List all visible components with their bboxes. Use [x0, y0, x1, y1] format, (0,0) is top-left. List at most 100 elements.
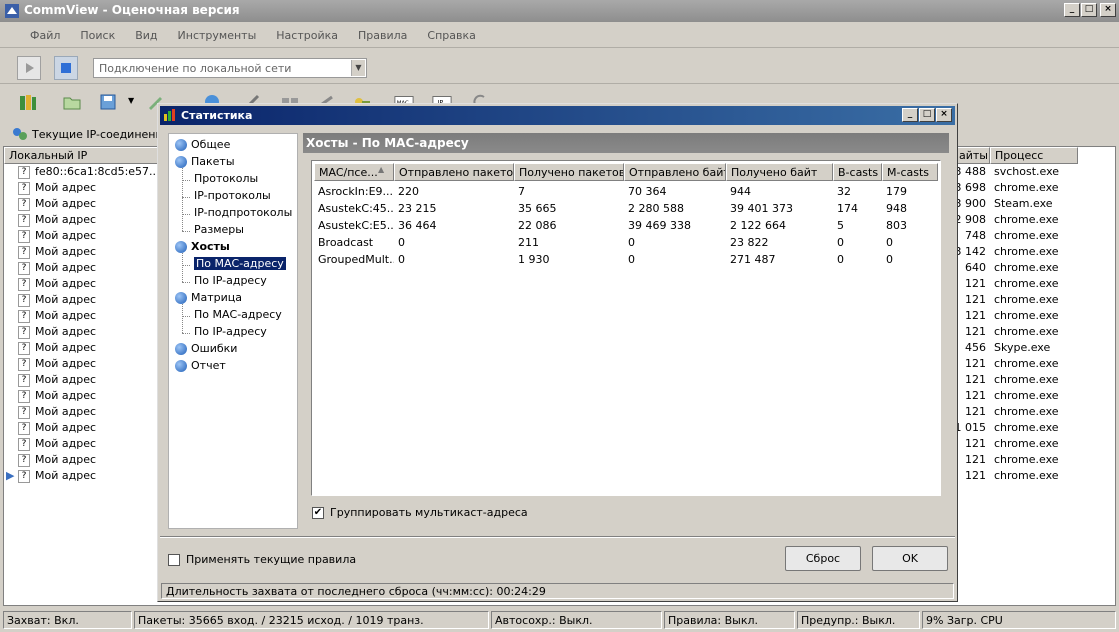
app-title: CommView - Оценочная версия [24, 3, 240, 17]
table-row[interactable]: ? Мой адрес [18, 341, 96, 357]
table-row[interactable]: ? Мой адрес [18, 373, 96, 389]
status-panel: Захват: Вкл. [3, 611, 132, 629]
stop-capture-button[interactable] [54, 56, 78, 80]
menu-item[interactable]: Вид [125, 29, 167, 42]
table-row[interactable]: ? Мой адрес [18, 277, 96, 293]
table-row[interactable]: ? Мой адрес [18, 357, 96, 373]
process-cell: chrome.exe [994, 389, 1059, 402]
tree-node[interactable]: По МАС-адресу [194, 308, 282, 321]
start-capture-button[interactable] [17, 56, 41, 80]
table-row[interactable]: ? Мой адрес [18, 453, 96, 469]
menu-item[interactable]: Справка [417, 29, 485, 42]
table-row[interactable]: ? Мой адрес [18, 261, 96, 277]
local-ip-cell: Мой адрес [35, 181, 97, 194]
tree-connector [182, 168, 183, 231]
tree-node[interactable]: IP-протоколы [194, 189, 271, 202]
tree-node[interactable]: Общее [175, 138, 230, 151]
menu-item[interactable]: Файл [20, 29, 70, 42]
table-row[interactable]: ? Мой адрес [18, 213, 96, 229]
table-row[interactable]: ? Мой адрес [18, 469, 96, 485]
column-bytes[interactable]: айты [954, 147, 990, 164]
reset-button[interactable]: Сброс [785, 546, 861, 571]
table-row[interactable]: ? fe80::6ca1:8cd5:e57... [18, 165, 160, 181]
open-icon[interactable] [18, 92, 38, 112]
mac-cell[interactable]: AsustekC:E5... [318, 219, 394, 232]
tree-node[interactable]: Хосты [175, 240, 230, 253]
close-button[interactable]: × [1100, 3, 1116, 17]
stat-cell: 174 [837, 202, 858, 215]
process-cell: chrome.exe [994, 261, 1059, 274]
tree-node[interactable]: По IP-адресу [194, 274, 267, 287]
table-row[interactable]: ? Мой адрес [18, 421, 96, 437]
process-cell: chrome.exe [994, 405, 1059, 418]
table-row[interactable]: ? Мой адрес [18, 229, 96, 245]
tab-ip-connections[interactable]: Текущие IP-соединения [12, 127, 169, 141]
menu-item[interactable]: Правила [348, 29, 417, 42]
table-row[interactable]: ? Мой адрес [18, 197, 96, 213]
stat-cell: 220 [398, 185, 419, 198]
menu-item[interactable]: Инструменты [168, 29, 267, 42]
save-icon[interactable] [98, 92, 118, 112]
dialog-maximize-button[interactable]: □ [919, 108, 935, 122]
process-cell: chrome.exe [994, 437, 1059, 450]
unknown-icon: ? [18, 341, 30, 355]
column-header[interactable]: Получено пакетов [514, 163, 624, 181]
dropdown-arrow-icon[interactable]: ▼ [128, 96, 134, 105]
apply-rules-checkbox[interactable]: Применять текущие правила [168, 553, 356, 566]
tree-node[interactable]: Протоколы [194, 172, 258, 185]
folder-icon[interactable] [62, 92, 82, 112]
table-row[interactable]: ? Мой адрес [18, 389, 96, 405]
capture-duration: Длительность захвата от последнего сброс… [161, 583, 954, 599]
mac-cell[interactable]: GroupedMult... [318, 253, 394, 266]
tree-node[interactable]: Размеры [194, 223, 244, 236]
mac-cell[interactable]: AsustekC:45... [318, 202, 394, 215]
tree-node[interactable]: Матрица [175, 291, 242, 304]
menu-item[interactable]: Поиск [70, 29, 125, 42]
column-header[interactable]: M-casts [882, 163, 938, 181]
column-process[interactable]: Процесс [990, 147, 1078, 164]
chevron-down-icon[interactable]: ▼ [351, 60, 365, 76]
stat-cell: 179 [886, 185, 907, 198]
table-row[interactable]: ? Мой адрес [18, 293, 96, 309]
ok-button[interactable]: OK [872, 546, 948, 571]
tree-node[interactable]: Отчет [175, 359, 226, 372]
maximize-button[interactable]: □ [1081, 3, 1097, 17]
tree-node[interactable]: IP-подпротоколы [194, 206, 292, 219]
tree-connector [182, 231, 190, 232]
tree-node[interactable]: Ошибки [175, 342, 237, 355]
status-panel: Пакеты: 35665 вход. / 23215 исход. / 101… [134, 611, 489, 629]
dialog-close-button[interactable]: × [936, 108, 952, 122]
unknown-icon: ? [18, 389, 30, 403]
process-cell: chrome.exe [994, 245, 1059, 258]
tree-connector [182, 282, 190, 283]
column-header[interactable]: Получено байт [726, 163, 833, 181]
local-ip-cell: Мой адрес [35, 309, 97, 322]
tree-connector [182, 253, 183, 282]
column-header[interactable]: Отправлено пакетов [394, 163, 514, 181]
adapter-select[interactable]: Подключение по локальной сети ▼ [93, 58, 367, 78]
local-ip-cell: Мой адрес [35, 389, 97, 402]
table-row[interactable]: ? Мой адрес [18, 309, 96, 325]
tree-connector [182, 304, 183, 333]
table-row[interactable]: ? Мой адрес [18, 405, 96, 421]
column-header[interactable]: B-casts [833, 163, 882, 181]
node-bullet-icon [175, 292, 187, 304]
tree-node[interactable]: Пакеты [175, 155, 235, 168]
column-header[interactable]: Отправлено байт [624, 163, 726, 181]
tree-node[interactable]: По IP-адресу [194, 325, 267, 338]
table-row[interactable]: ? Мой адрес [18, 325, 96, 341]
mac-cell[interactable]: Broadcast [318, 236, 394, 249]
table-row[interactable]: ? Мой адрес [18, 245, 96, 261]
group-multicast-checkbox[interactable]: ✔ Группировать мультикаст-адреса [312, 506, 528, 519]
column-local-ip[interactable]: Локальный IP [4, 147, 159, 164]
menu-item[interactable]: Настройка [266, 29, 348, 42]
table-row[interactable]: ? Мой адрес [18, 181, 96, 197]
minimize-button[interactable]: _ [1064, 3, 1080, 17]
mac-cell[interactable]: AsrockIn:E9... [318, 185, 394, 198]
unknown-icon: ? [18, 405, 30, 419]
table-row[interactable]: ? Мой адрес [18, 437, 96, 453]
menu-bar: Файл Поиск Вид Инструменты Настройка Правила С… [0, 24, 1119, 48]
tree-node[interactable]: По МАС-адресу [194, 257, 286, 270]
dialog-minimize-button[interactable]: _ [902, 108, 918, 122]
status-panel: Автосохр.: Выкл. [491, 611, 662, 629]
